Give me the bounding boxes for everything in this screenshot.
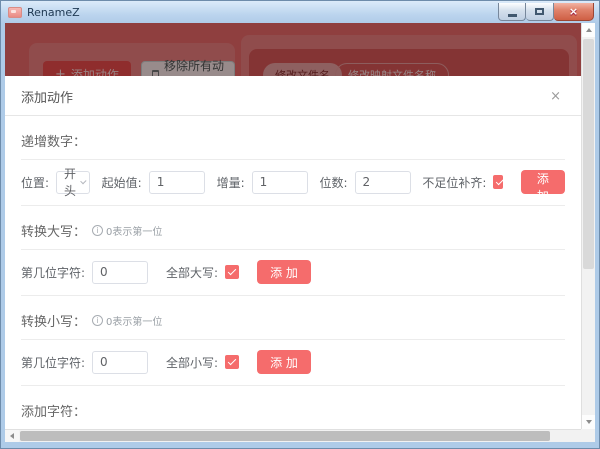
divider — [21, 385, 565, 386]
window-title: RenameZ — [27, 5, 80, 19]
uppercase-index-input[interactable] — [92, 260, 149, 284]
section-uppercase-title: 转换大写： i 0表示第一位 — [21, 221, 565, 240]
scroll-up-button[interactable] — [582, 23, 595, 37]
arrow-left-icon — [10, 433, 14, 439]
uppercase-add-button[interactable]: 添 加 — [257, 260, 311, 284]
app-logo-icon — [8, 6, 22, 18]
scroll-down-button[interactable] — [582, 415, 595, 429]
lowercase-hint-text: 0表示第一位 — [106, 317, 163, 328]
window-controls: × — [498, 3, 594, 21]
section-lowercase-title-text: 转换小写： — [21, 315, 87, 330]
increment-form-row: 位置: 开头 起始值: 增量: 位数: 不足位补齐: 添 加 — [5, 160, 581, 205]
close-icon: × — [568, 5, 579, 18]
chevron-down-icon — [80, 177, 87, 184]
section-uppercase-title-text: 转换大写： — [21, 225, 87, 240]
section-lowercase-title: 转换小写： i 0表示第一位 — [21, 311, 565, 330]
titlebar: RenameZ × — [1, 1, 599, 23]
section-addchars-title: 添加字符： — [21, 401, 565, 420]
uppercase-all-checkbox[interactable] — [225, 265, 240, 279]
arrow-down-icon — [585, 420, 592, 424]
lowercase-all-label: 全部小写: — [166, 355, 219, 370]
lowercase-add-button[interactable]: 添 加 — [257, 350, 311, 374]
uppercase-form-row: 第几位字符: 全部大写: 添 加 — [5, 250, 581, 295]
section-increment-title: 递增数字： — [21, 131, 565, 150]
horizontal-scrollbar-thumb[interactable] — [20, 431, 550, 441]
uppercase-all-label: 全部大写: — [166, 265, 219, 280]
modal-header: 添加动作 × — [5, 76, 581, 115]
header-divider — [5, 115, 581, 116]
scroll-left-button[interactable] — [5, 430, 19, 442]
minimize-icon — [507, 13, 517, 17]
maximize-button[interactable] — [526, 3, 554, 21]
section-increment-title-text: 递增数字： — [21, 135, 87, 150]
increment-add-button[interactable]: 添 加 — [520, 170, 565, 203]
uppercase-index-label: 第几位字符: — [21, 265, 86, 280]
vertical-scrollbar-thumb[interactable] — [583, 39, 594, 269]
pad-label: 不足位补齐: — [422, 175, 487, 190]
close-button[interactable]: × — [554, 3, 594, 21]
lowercase-index-input[interactable] — [92, 350, 149, 374]
lowercase-index-label: 第几位字符: — [21, 355, 86, 370]
divider — [21, 295, 565, 296]
position-label: 位置: — [21, 175, 50, 190]
uppercase-hint-text: 0表示第一位 — [106, 227, 163, 238]
divider — [21, 205, 565, 206]
arrow-up-icon — [585, 28, 592, 32]
lowercase-hint: i 0表示第一位 — [92, 313, 162, 328]
section-addchars-title-text: 添加字符： — [21, 405, 87, 420]
minimize-button[interactable] — [498, 3, 526, 21]
step-input[interactable] — [251, 170, 308, 194]
client-area: + 添加动作 移除所有动作 修改文件名 修改映射文件名称 添加动作 — [5, 23, 595, 442]
modal-title: 添加动作 — [21, 91, 74, 106]
digits-input[interactable] — [354, 170, 411, 194]
position-select[interactable]: 开头 — [56, 167, 90, 198]
lowercase-all-checkbox[interactable] — [225, 355, 240, 369]
add-action-modal: 添加动作 × 递增数字： 位置: 开头 起始值: 增量: — [5, 76, 581, 429]
app-window: RenameZ × + 添加动作 移除所有动作 修改文件名 — [0, 0, 600, 449]
info-icon: i — [92, 225, 104, 236]
info-icon: i — [92, 315, 104, 326]
position-select-value: 开头 — [64, 167, 77, 198]
step-label: 增量: — [216, 175, 245, 190]
uppercase-hint: i 0表示第一位 — [92, 223, 162, 238]
maximize-icon — [535, 8, 544, 15]
start-value-label: 起始值: — [101, 175, 142, 190]
scrollbar-corner — [581, 429, 595, 442]
start-value-input[interactable] — [148, 170, 205, 194]
vertical-scrollbar[interactable] — [581, 23, 595, 429]
horizontal-scrollbar[interactable] — [5, 429, 581, 442]
digits-label: 位数: — [319, 175, 348, 190]
pad-checkbox[interactable] — [493, 175, 503, 189]
modal-close-icon[interactable]: × — [546, 88, 565, 105]
lowercase-form-row: 第几位字符: 全部小写: 添 加 — [5, 340, 581, 385]
